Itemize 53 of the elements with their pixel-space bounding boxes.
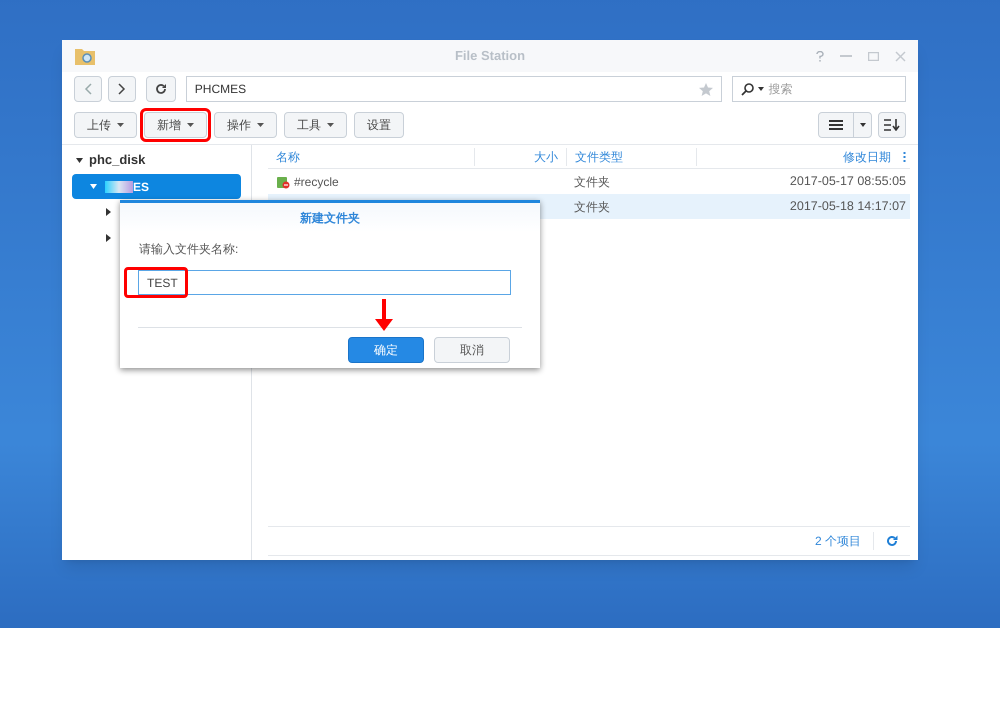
forward-button[interactable] (108, 76, 136, 102)
sort-button[interactable] (878, 112, 906, 138)
field-label: 请输入文件夹名称: (139, 241, 240, 258)
search-icon (741, 82, 754, 96)
highlight-frame (124, 267, 188, 298)
file-type: 文件夹 (573, 174, 611, 190)
modified-date: 2017-05-17 08:55:05 (788, 173, 907, 190)
sort-icon (884, 119, 900, 131)
window-title: File Station (454, 47, 526, 66)
caret-icon (860, 123, 866, 127)
confirm-button[interactable]: 确定 (348, 337, 424, 363)
column-header[interactable]: 名称 (268, 148, 474, 166)
toolbar-button[interactable]: 操作 (214, 112, 277, 138)
toolbar-button[interactable]: 上传 (74, 112, 137, 138)
caret-icon[interactable] (758, 87, 764, 91)
file-name: #recycle (294, 174, 339, 190)
list-icon (829, 120, 843, 130)
modified-date: 2017-05-18 14:17:07 (788, 198, 907, 216)
search-field[interactable]: 搜索 (732, 76, 906, 102)
column-header[interactable]: 文件类型 (566, 148, 696, 166)
caret-icon (187, 123, 194, 127)
toolbar-button[interactable]: 新增 (144, 112, 207, 138)
toolbar-button[interactable]: 工具 (284, 112, 347, 138)
caret-icon (327, 123, 334, 127)
chevron-left-icon (84, 83, 92, 95)
folder-search-icon (74, 46, 96, 66)
search-input[interactable]: 搜索 (768, 80, 888, 98)
collapse-icon[interactable] (90, 183, 97, 190)
column-menu-icon[interactable] (903, 152, 906, 162)
arrow-icon (375, 299, 393, 331)
cancel-button[interactable]: 取消 (434, 337, 510, 363)
toolbar-button[interactable]: 设置 (354, 112, 404, 138)
refresh-button[interactable] (146, 76, 176, 102)
column-header[interactable]: 修改日期 (696, 148, 899, 166)
redacted-mark (105, 180, 133, 192)
tree-item[interactable]: ES (72, 174, 241, 199)
item-count: 2 个项目 (814, 532, 874, 550)
caret-icon (257, 123, 264, 127)
star-icon[interactable] (699, 82, 714, 96)
path-field[interactable]: PHCMES (186, 76, 722, 102)
column-header[interactable]: 大小 (474, 148, 566, 166)
caret-icon (117, 123, 124, 127)
view-mode-button[interactable] (818, 112, 872, 138)
refresh-icon[interactable] (886, 535, 898, 547)
file-type: 文件夹 (573, 198, 611, 216)
expand-icon[interactable] (76, 158, 83, 162)
folder-name-field[interactable]: TEST (138, 270, 511, 295)
chevron-right-icon (118, 83, 126, 95)
recycle-bin-icon (276, 174, 290, 188)
tree-root[interactable]: phc_disk (89, 150, 146, 170)
file-row[interactable]: #recycle 文件夹 2017-05-17 08:55:05 (268, 169, 910, 194)
refresh-icon (154, 83, 167, 95)
help-icon[interactable] (816, 50, 824, 62)
